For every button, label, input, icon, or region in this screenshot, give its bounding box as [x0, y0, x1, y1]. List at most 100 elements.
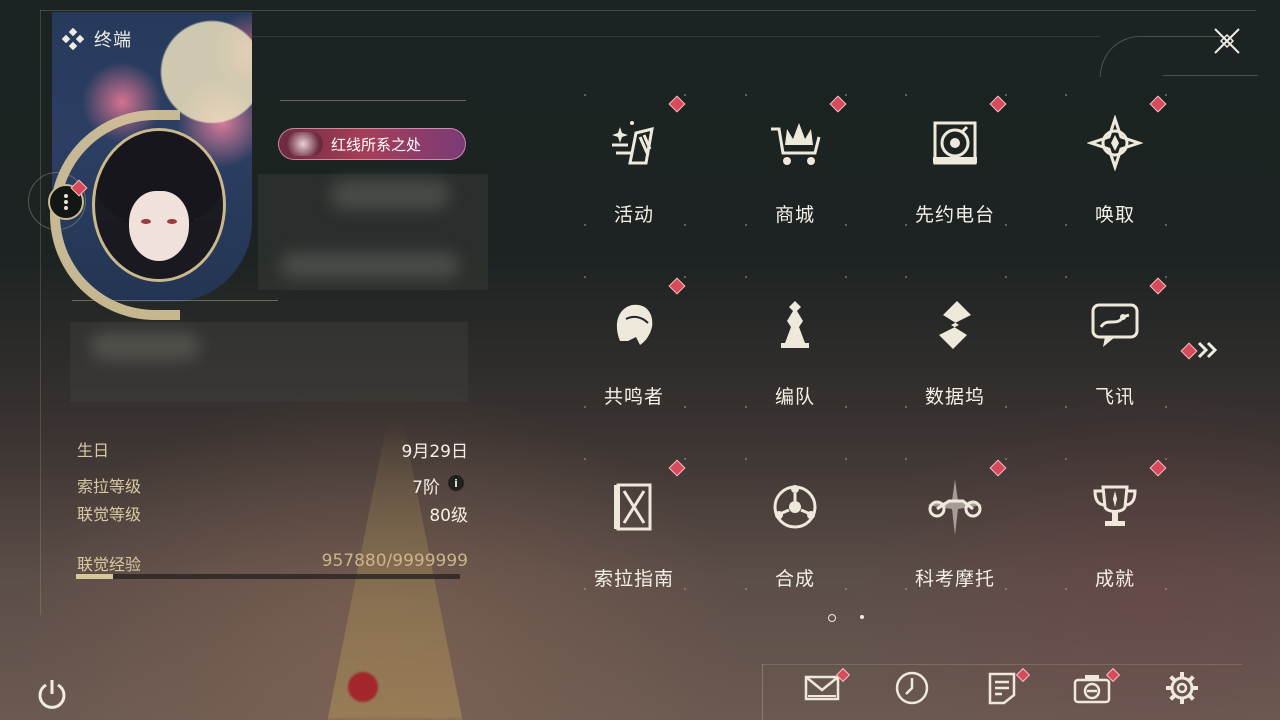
notification-badge	[1149, 95, 1167, 113]
page-dot[interactable]	[860, 615, 864, 619]
team-chess-icon	[760, 290, 830, 360]
menu-tile[interactable]: 唤取	[1045, 94, 1185, 244]
tile-corner-mark	[905, 406, 907, 408]
terminal-diamonds-icon	[62, 28, 84, 50]
notes-icon	[986, 671, 1018, 709]
tile-corner-mark	[1065, 224, 1067, 226]
menu-tile[interactable]: 商城	[725, 94, 865, 244]
menu-tile[interactable]: 共鸣者	[564, 276, 704, 426]
menu-tile-label: 唤取	[1094, 204, 1135, 226]
menu-tile[interactable]: 索拉指南	[564, 458, 704, 608]
notification-badge	[829, 95, 847, 113]
tile-corner-mark	[905, 588, 907, 590]
menu-tile[interactable]: 科考摩托	[885, 458, 1025, 608]
union-level-value: 80级	[429, 506, 468, 526]
tile-corner-mark	[1065, 406, 1067, 408]
bottom-bar-separator	[762, 664, 763, 720]
frame-line-top	[40, 10, 1256, 11]
radio-icon	[920, 108, 990, 178]
menu-tile[interactable]: 飞讯	[1045, 276, 1185, 426]
info-icon[interactable]: i	[448, 475, 464, 491]
tile-corner-mark	[905, 276, 907, 278]
tile-corner-mark	[845, 406, 847, 408]
tile-corner-mark	[584, 224, 586, 226]
union-exp-bar-fill	[76, 574, 113, 579]
tile-corner-mark	[745, 276, 747, 278]
notification-badge	[989, 459, 1007, 477]
clock-icon	[894, 670, 930, 710]
menu-tile-label: 先约电台	[914, 204, 995, 226]
tile-corner-mark	[1165, 458, 1167, 460]
avatar-face	[129, 191, 189, 261]
header: 终端	[62, 26, 132, 52]
tile-corner-mark	[1005, 94, 1007, 96]
sola-level-label: 索拉等级	[77, 477, 142, 496]
tile-corner-mark	[684, 458, 686, 460]
tile-corner-mark	[584, 276, 586, 278]
tile-corner-mark	[905, 94, 907, 96]
tile-corner-mark	[845, 276, 847, 278]
settings-button[interactable]	[1160, 668, 1204, 712]
profile-divider-top	[280, 100, 466, 101]
avatar[interactable]	[92, 128, 226, 282]
menu-tile-label: 科考摩托	[914, 568, 995, 590]
notification-badge	[668, 459, 686, 477]
player-name-redacted	[330, 180, 450, 210]
tile-corner-mark	[1005, 406, 1007, 408]
resonator-portrait-icon	[599, 290, 669, 360]
tile-corner-mark	[905, 224, 907, 226]
shop-crown-cart-icon	[760, 108, 830, 178]
notification-badge	[1149, 277, 1167, 295]
tile-corner-mark	[584, 588, 586, 590]
close-icon	[1214, 28, 1240, 54]
power-icon	[38, 680, 66, 709]
clock-button[interactable]	[890, 668, 934, 712]
trophy-icon	[1080, 472, 1150, 542]
tile-corner-mark	[745, 94, 747, 96]
page-title: 终端	[94, 30, 132, 51]
tile-corner-mark	[684, 588, 686, 590]
tile-corner-mark	[845, 224, 847, 226]
tile-corner-mark	[584, 458, 586, 460]
frame-corner-curve	[1100, 36, 1221, 77]
nameplate-portrait-icon	[283, 132, 323, 156]
tile-corner-mark	[845, 94, 847, 96]
menu-tile[interactable]: 编队	[725, 276, 865, 426]
gear-icon	[1164, 670, 1200, 710]
tile-corner-mark	[845, 458, 847, 460]
union-exp-value: 957880/9999999	[321, 551, 468, 571]
tile-corner-mark	[1005, 588, 1007, 590]
menu-tile[interactable]: 合成	[725, 458, 865, 608]
avatar-eye-right	[167, 219, 177, 224]
close-button[interactable]	[1208, 22, 1246, 60]
double-chevron-right-icon	[1197, 341, 1218, 359]
notification-badge	[1149, 459, 1167, 477]
menu-tile[interactable]: 数据坞	[885, 276, 1025, 426]
tile-corner-mark	[1165, 406, 1167, 408]
birthday-value: 9月29日	[401, 442, 468, 462]
menu-tile[interactable]: 活动	[564, 94, 704, 244]
power-button[interactable]	[30, 672, 74, 716]
union-exp-bar	[76, 574, 460, 579]
menu-tile[interactable]: 先约电台	[885, 94, 1025, 244]
union-level-label: 联觉等级	[77, 505, 142, 524]
notification-badge	[668, 95, 686, 113]
birthday-label: 生日	[77, 441, 110, 460]
frame-corner-line	[1163, 75, 1258, 76]
tile-corner-mark	[745, 458, 747, 460]
frame-line-inner	[120, 36, 1100, 37]
bottom-bar-line	[762, 664, 1242, 665]
tile-corner-mark	[745, 406, 747, 408]
tile-corner-mark	[684, 224, 686, 226]
guidebook-icon	[599, 472, 669, 542]
menu-tile-label: 飞讯	[1094, 386, 1135, 408]
next-page-button[interactable]	[1196, 338, 1224, 362]
nameplate[interactable]: 红线所系之处	[278, 128, 466, 160]
frame-line-left	[40, 10, 41, 615]
page-dot-active[interactable]	[828, 614, 836, 622]
union-exp-label: 联觉经验	[77, 555, 142, 574]
tile-corner-mark	[745, 224, 747, 226]
tile-corner-mark	[584, 406, 586, 408]
profile-divider-bottom	[72, 300, 278, 301]
menu-tile[interactable]: 成就	[1045, 458, 1185, 608]
